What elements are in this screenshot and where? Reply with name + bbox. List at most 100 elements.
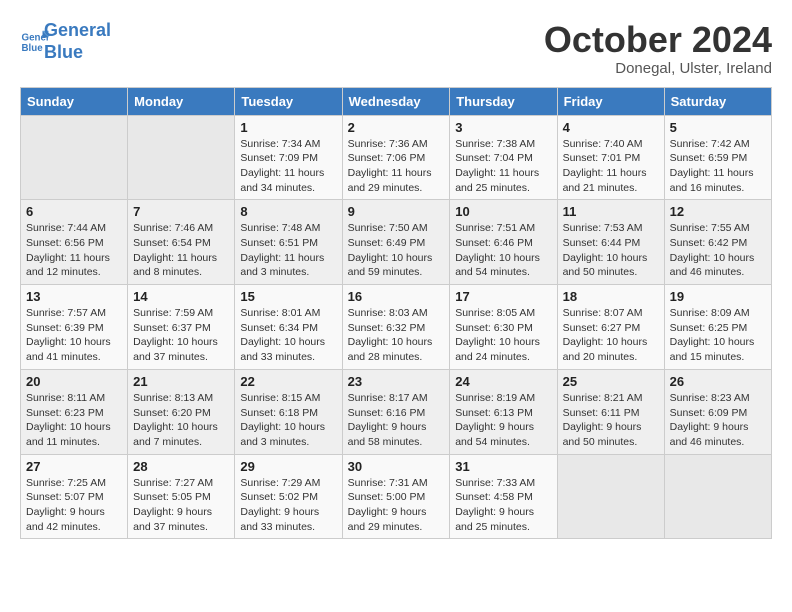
day-info: Sunrise: 7:40 AMSunset: 7:01 PMDaylight:…: [563, 137, 659, 196]
day-number: 28: [133, 459, 229, 474]
calendar-cell: 17Sunrise: 8:05 AMSunset: 6:30 PMDayligh…: [450, 285, 557, 370]
day-info: Sunrise: 7:36 AMSunset: 7:06 PMDaylight:…: [348, 137, 445, 196]
svg-text:Blue: Blue: [22, 43, 44, 54]
calendar-cell: 7Sunrise: 7:46 AMSunset: 6:54 PMDaylight…: [128, 200, 235, 285]
day-info: Sunrise: 8:09 AMSunset: 6:25 PMDaylight:…: [670, 306, 766, 365]
calendar-cell: 16 Sunrise: 8:03 AMSunset: 6:32 PMDayligh…: [342, 285, 450, 370]
page-header: General Blue GeneralBlue October 2024 Do…: [20, 20, 772, 77]
day-info: Sunrise: 8:19 AMSunset: 6:13 PMDaylight:…: [455, 391, 551, 450]
day-number: 22: [240, 374, 336, 389]
calendar-cell: 4 Sunrise: 7:40 AMSunset: 7:01 PMDaylight…: [557, 115, 664, 200]
calendar-cell: [557, 454, 664, 539]
logo-text: GeneralBlue: [44, 20, 111, 63]
day-info: Sunrise: 7:34 AMSunset: 7:09 PMDaylight:…: [240, 137, 336, 196]
day-number: 9: [348, 204, 445, 219]
day-info: Sunrise: 8:15 AMSunset: 6:18 PMDaylight:…: [240, 391, 336, 450]
day-number: 11: [563, 204, 659, 219]
calendar-cell: 24 Sunrise: 8:19 AMSunset: 6:13 PMDayligh…: [450, 369, 557, 454]
week-row-4: 27 Sunrise: 7:25 AMSunset: 5:07 PMDayligh…: [21, 454, 772, 539]
day-info: Sunrise: 7:31 AMSunset: 5:00 PMDaylight:…: [348, 476, 445, 535]
day-number: 14: [133, 289, 229, 304]
calendar-cell: 29 Sunrise: 7:29 AMSunset: 5:02 PMDayligh…: [235, 454, 342, 539]
day-info: Sunrise: 8:13 AMSunset: 6:20 PMDaylight:…: [133, 391, 229, 450]
calendar-cell: 26 Sunrise: 8:23 AMSunset: 6:09 PMDayligh…: [664, 369, 771, 454]
day-number: 16: [348, 289, 445, 304]
day-number: 27: [26, 459, 122, 474]
calendar-cell: 18Sunrise: 8:07 AMSunset: 6:27 PMDayligh…: [557, 285, 664, 370]
day-info: Sunrise: 7:44 AMSunset: 6:56 PMDaylight:…: [26, 221, 122, 280]
header-sunday: Sunday: [21, 87, 128, 115]
day-number: 26: [670, 374, 766, 389]
day-info: Sunrise: 7:29 AMSunset: 5:02 PMDaylight:…: [240, 476, 336, 535]
calendar-cell: [128, 115, 235, 200]
day-number: 8: [240, 204, 336, 219]
calendar-cell: 20Sunrise: 8:11 AMSunset: 6:23 PMDayligh…: [21, 369, 128, 454]
calendar-cell: 10Sunrise: 7:51 AMSunset: 6:46 PMDayligh…: [450, 200, 557, 285]
day-number: 25: [563, 374, 659, 389]
day-number: 3: [455, 120, 551, 135]
day-number: 31: [455, 459, 551, 474]
day-number: 30: [348, 459, 445, 474]
calendar-cell: 2 Sunrise: 7:36 AMSunset: 7:06 PMDaylight…: [342, 115, 450, 200]
header-saturday: Saturday: [664, 87, 771, 115]
calendar-table: SundayMondayTuesdayWednesdayThursdayFrid…: [20, 87, 772, 540]
header-wednesday: Wednesday: [342, 87, 450, 115]
day-info: Sunrise: 8:11 AMSunset: 6:23 PMDaylight:…: [26, 391, 122, 450]
calendar-cell: 22 Sunrise: 8:15 AMSunset: 6:18 PMDayligh…: [235, 369, 342, 454]
day-info: Sunrise: 8:03 AMSunset: 6:32 PMDaylight:…: [348, 306, 445, 365]
calendar-cell: 13Sunrise: 7:57 AMSunset: 6:39 PMDayligh…: [21, 285, 128, 370]
calendar-cell: 9 Sunrise: 7:50 AMSunset: 6:49 PMDaylight…: [342, 200, 450, 285]
day-info: Sunrise: 8:23 AMSunset: 6:09 PMDaylight:…: [670, 391, 766, 450]
header-friday: Friday: [557, 87, 664, 115]
day-number: 15: [240, 289, 336, 304]
day-number: 21: [133, 374, 229, 389]
calendar-cell: 14 Sunrise: 7:59 AMSunset: 6:37 PMDayligh…: [128, 285, 235, 370]
month-title: October 2024: [544, 20, 772, 60]
logo: General Blue GeneralBlue: [20, 20, 111, 63]
day-number: 5: [670, 120, 766, 135]
calendar-cell: 27 Sunrise: 7:25 AMSunset: 5:07 PMDayligh…: [21, 454, 128, 539]
day-info: Sunrise: 8:21 AMSunset: 6:11 PMDaylight:…: [563, 391, 659, 450]
day-info: Sunrise: 7:53 AMSunset: 6:44 PMDaylight:…: [563, 221, 659, 280]
calendar-cell: 6 Sunrise: 7:44 AMSunset: 6:56 PMDaylight…: [21, 200, 128, 285]
day-info: Sunrise: 7:46 AMSunset: 6:54 PMDaylight:…: [133, 221, 229, 280]
day-number: 2: [348, 120, 445, 135]
day-info: Sunrise: 7:42 AMSunset: 6:59 PMDaylight:…: [670, 137, 766, 196]
title-block: October 2024 Donegal, Ulster, Ireland: [544, 20, 772, 77]
calendar-cell: 12 Sunrise: 7:55 AMSunset: 6:42 PMDayligh…: [664, 200, 771, 285]
day-info: Sunrise: 7:25 AMSunset: 5:07 PMDaylight:…: [26, 476, 122, 535]
day-info: Sunrise: 7:51 AMSunset: 6:46 PMDaylight:…: [455, 221, 551, 280]
header-monday: Monday: [128, 87, 235, 115]
calendar-cell: 3 Sunrise: 7:38 AMSunset: 7:04 PMDaylight…: [450, 115, 557, 200]
calendar-cell: 15 Sunrise: 8:01 AMSunset: 6:34 PMDayligh…: [235, 285, 342, 370]
day-info: Sunrise: 7:33 AMSunset: 4:58 PMDaylight:…: [455, 476, 551, 535]
day-number: 18: [563, 289, 659, 304]
day-info: Sunrise: 7:50 AMSunset: 6:49 PMDaylight:…: [348, 221, 445, 280]
day-info: Sunrise: 7:59 AMSunset: 6:37 PMDaylight:…: [133, 306, 229, 365]
calendar-cell: 23Sunrise: 8:17 AMSunset: 6:16 PMDayligh…: [342, 369, 450, 454]
day-number: 4: [563, 120, 659, 135]
week-row-2: 13Sunrise: 7:57 AMSunset: 6:39 PMDayligh…: [21, 285, 772, 370]
calendar-cell: 21 Sunrise: 8:13 AMSunset: 6:20 PMDayligh…: [128, 369, 235, 454]
calendar-cell: 5 Sunrise: 7:42 AMSunset: 6:59 PMDaylight…: [664, 115, 771, 200]
day-info: Sunrise: 7:27 AMSunset: 5:05 PMDaylight:…: [133, 476, 229, 535]
location-subtitle: Donegal, Ulster, Ireland: [544, 60, 772, 77]
header-tuesday: Tuesday: [235, 87, 342, 115]
day-number: 29: [240, 459, 336, 474]
calendar-cell: 31 Sunrise: 7:33 AMSunset: 4:58 PMDayligh…: [450, 454, 557, 539]
calendar-cell: 19 Sunrise: 8:09 AMSunset: 6:25 PMDayligh…: [664, 285, 771, 370]
day-number: 23: [348, 374, 445, 389]
day-number: 12: [670, 204, 766, 219]
day-number: 13: [26, 289, 122, 304]
day-info: Sunrise: 7:38 AMSunset: 7:04 PMDaylight:…: [455, 137, 551, 196]
day-number: 19: [670, 289, 766, 304]
day-number: 6: [26, 204, 122, 219]
day-number: 1: [240, 120, 336, 135]
calendar-header-row: SundayMondayTuesdayWednesdayThursdayFrid…: [21, 87, 772, 115]
day-info: Sunrise: 7:55 AMSunset: 6:42 PMDaylight:…: [670, 221, 766, 280]
day-number: 24: [455, 374, 551, 389]
week-row-0: 1 Sunrise: 7:34 AMSunset: 7:09 PMDaylight…: [21, 115, 772, 200]
day-info: Sunrise: 8:05 AMSunset: 6:30 PMDaylight:…: [455, 306, 551, 365]
day-info: Sunrise: 8:01 AMSunset: 6:34 PMDaylight:…: [240, 306, 336, 365]
calendar-cell: 1 Sunrise: 7:34 AMSunset: 7:09 PMDaylight…: [235, 115, 342, 200]
